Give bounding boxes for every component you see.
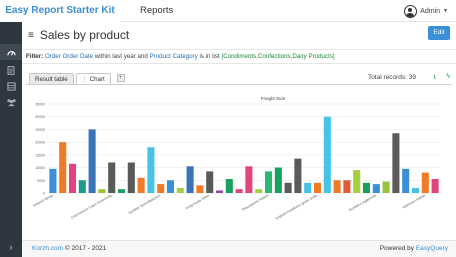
- chart-bar[interactable]: [68, 163, 77, 193]
- chart-bar[interactable]: [59, 142, 67, 193]
- y-tick-label: 25000: [35, 128, 45, 132]
- user-name: Admin: [420, 7, 441, 15]
- chart-bar[interactable]: [333, 180, 341, 193]
- page-title: Sales by product: [39, 28, 130, 42]
- chart-bar[interactable]: [127, 162, 135, 193]
- data-icon[interactable]: [0, 78, 22, 94]
- filter-label: Filter:: [26, 53, 44, 60]
- y-tick-label: 5000: [37, 179, 45, 183]
- chart-bar[interactable]: [196, 185, 204, 193]
- tab-chart[interactable]: ⋮ Chart: [75, 73, 111, 84]
- chart-bar[interactable]: [264, 171, 273, 193]
- y-tick-label: 20000: [35, 141, 45, 145]
- tab-underline: [26, 84, 452, 85]
- result-tabs: Result table ⋮ Chart +: [29, 72, 125, 84]
- chart-bar[interactable]: [235, 189, 243, 193]
- chart-bar[interactable]: [343, 180, 351, 193]
- x-tick-label: Original Frankfurter grüne Soße: [275, 193, 319, 220]
- chart-bar[interactable]: [147, 147, 155, 193]
- hamburger-icon[interactable]: ≡: [28, 30, 34, 41]
- chart-bar[interactable]: [284, 182, 292, 193]
- brand-title[interactable]: Easy Report Starter Kit: [0, 0, 120, 22]
- x-tick-label: Chef Anton's Cajun Seasoning: [70, 193, 112, 219]
- add-tab-button[interactable]: +: [116, 74, 125, 82]
- user-menu[interactable]: Admin ▼: [404, 3, 448, 19]
- top-navbar: Easy Report Starter Kit Reports Admin ▼: [0, 0, 456, 22]
- footer: Korzh.com © 2017 - 2021 Powered by EasyQ…: [22, 240, 456, 257]
- footer-powered-link[interactable]: EasyQuery: [416, 245, 448, 252]
- users-icon[interactable]: [0, 94, 22, 110]
- edit-button[interactable]: Edit: [428, 26, 450, 40]
- x-tick-label: Gorgonzola Telino: [185, 193, 211, 210]
- total-records: Total records: 39: [367, 74, 416, 81]
- chart-bar[interactable]: [255, 189, 263, 193]
- chart-bar[interactable]: [362, 182, 371, 193]
- chart-bar[interactable]: [215, 190, 224, 193]
- chart-bar[interactable]: [304, 182, 312, 193]
- tab-chart-label: Chart: [89, 76, 105, 83]
- chart-bar[interactable]: [274, 167, 282, 193]
- chart-bar[interactable]: [245, 166, 253, 193]
- chart-bar[interactable]: [186, 166, 194, 193]
- y-tick-label: 15000: [35, 153, 45, 157]
- filter-joiner: and: [137, 53, 148, 60]
- nav-reports-link[interactable]: Reports: [140, 0, 173, 22]
- chart-bar[interactable]: [411, 187, 420, 193]
- x-tick-label: Scottish Longbreads: [348, 193, 377, 212]
- chart-bar[interactable]: [225, 179, 233, 193]
- caret-down-icon: ▼: [443, 8, 448, 14]
- export-icon[interactable]: ⭳: [434, 73, 436, 84]
- footer-brand-link[interactable]: Korzh.com: [32, 245, 63, 252]
- y-tick-label: 35000: [35, 103, 45, 107]
- chart-bar[interactable]: [176, 187, 184, 193]
- drag-handle-icon: ⋮: [81, 76, 90, 83]
- chart-bar[interactable]: [392, 133, 400, 193]
- dashboard-icon[interactable]: [0, 44, 22, 60]
- filter-attr-category[interactable]: Product Category: [150, 53, 198, 60]
- footer-powered-label: Powered by: [379, 245, 415, 252]
- y-tick-label: 30000: [35, 115, 45, 119]
- chart-bar[interactable]: [313, 182, 322, 193]
- chart-panel: Freight Sum 0 5000 10000 15000 20000 25000 300…: [28, 88, 448, 223]
- chart-bar[interactable]: [421, 172, 429, 193]
- y-tick-label: 0: [43, 192, 45, 196]
- y-tick-label: 10000: [35, 166, 45, 170]
- tab-result-table[interactable]: Result table: [29, 73, 74, 84]
- chart-bar[interactable]: [323, 116, 331, 193]
- chart-bar[interactable]: [431, 179, 439, 193]
- x-tick-label: Valkoinen suklaa: [402, 193, 426, 209]
- chart-bar[interactable]: [294, 158, 302, 193]
- chart-bar[interactable]: [88, 129, 96, 193]
- chart-bar[interactable]: [402, 168, 410, 193]
- filter-bar: Filter: Order Order Date within last yea…: [22, 49, 456, 64]
- filter-attr-order-date[interactable]: Order Order Date: [45, 53, 93, 60]
- x-tick-label: Mascarpone Fabioli: [241, 193, 269, 211]
- chart-bar[interactable]: [78, 180, 86, 193]
- filter-op-1[interactable]: within last year: [95, 53, 136, 60]
- chart-bar[interactable]: [166, 180, 175, 193]
- footer-copyright: © 2017 - 2021: [64, 245, 107, 252]
- x-tick-label: Aniseed Syrup: [32, 193, 53, 208]
- chart-title: Freight Sum: [261, 96, 286, 101]
- chart-bar[interactable]: [353, 170, 361, 193]
- x-tick-label: Gumbär Gummibärchen: [128, 193, 162, 215]
- chart-bar[interactable]: [206, 171, 214, 193]
- sidebar: ›: [0, 22, 22, 257]
- chevron-right-icon[interactable]: ›: [0, 239, 22, 255]
- lightning-icon[interactable]: ϟ: [446, 73, 450, 80]
- filter-op-2[interactable]: is in list: [199, 53, 219, 60]
- chart-bar[interactable]: [372, 184, 380, 193]
- chart-bar[interactable]: [382, 181, 390, 193]
- filter-values[interactable]: [Condiments,Confections,Dairy Products]: [221, 53, 334, 60]
- bar-chart: Freight Sum 0 5000 10000 15000 20000 25000 300…: [32, 96, 440, 221]
- chart-bar[interactable]: [157, 184, 165, 193]
- reports-icon[interactable]: [0, 62, 22, 78]
- title-row: ≡ Sales by product: [28, 26, 129, 44]
- chart-bar[interactable]: [108, 162, 116, 193]
- chart-bar[interactable]: [98, 189, 106, 193]
- chart-bar[interactable]: [117, 189, 126, 193]
- user-circle-icon: [404, 4, 418, 18]
- chart-bar[interactable]: [137, 177, 145, 193]
- chart-bar[interactable]: [49, 168, 57, 193]
